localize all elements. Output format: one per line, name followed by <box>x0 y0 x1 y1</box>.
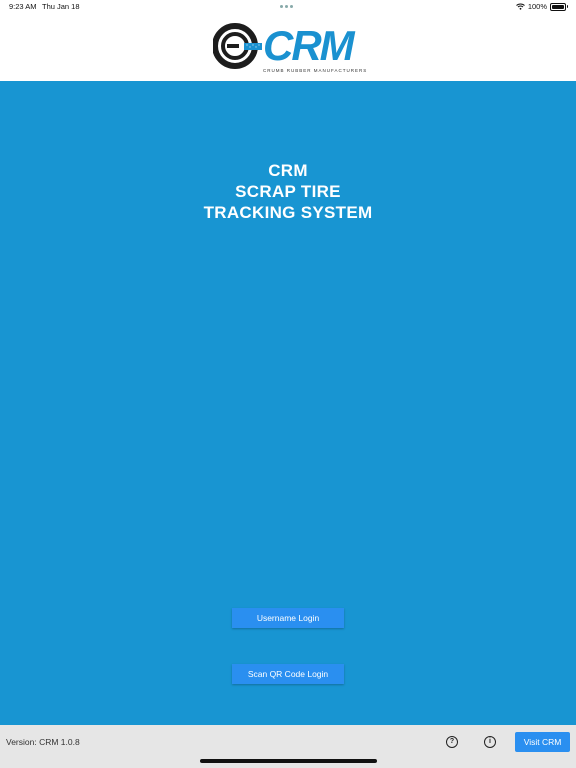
title-line-3: TRACKING SYSTEM <box>203 203 373 222</box>
wifi-icon <box>515 3 525 10</box>
app-header: CRM CRUMB RUBBER MANUFACTURERS <box>0 14 576 81</box>
help-icon[interactable]: ? <box>446 736 458 748</box>
crm-logo-mark-icon <box>213 23 262 69</box>
crm-logo: CRM CRUMB RUBBER MANUFACTURERS <box>213 22 366 75</box>
logo-text: CRM <box>263 22 355 69</box>
app-screen: 9:23 AM Thu Jan 18 100% CRM CRUMB RUBBER… <box>0 0 576 768</box>
scan-qr-login-button[interactable]: Scan QR Code Login <box>232 664 344 684</box>
main-content: CRM SCRAP TIRE TRACKING SYSTEM Username … <box>0 81 576 725</box>
status-time: 9:23 AM <box>9 2 37 11</box>
battery-icon <box>550 2 568 11</box>
version-label: Version: CRM 1.0.8 <box>6 737 80 747</box>
title-line-2: SCRAP TIRE <box>235 182 341 201</box>
status-bar: 9:23 AM Thu Jan 18 100% <box>0 0 576 14</box>
battery-percent: 100% <box>527 2 547 11</box>
logo-tagline: CRUMB RUBBER MANUFACTURERS <box>263 68 368 73</box>
home-indicator[interactable] <box>200 759 377 763</box>
status-date: Thu Jan 18 <box>42 2 80 11</box>
multitasking-dots-icon[interactable] <box>280 5 293 8</box>
visit-crm-button[interactable]: Visit CRM <box>515 732 570 752</box>
info-icon[interactable]: i <box>484 736 496 748</box>
username-login-button[interactable]: Username Login <box>232 608 344 628</box>
title-line-1: CRM <box>268 161 308 180</box>
status-right: 100% <box>515 2 568 11</box>
